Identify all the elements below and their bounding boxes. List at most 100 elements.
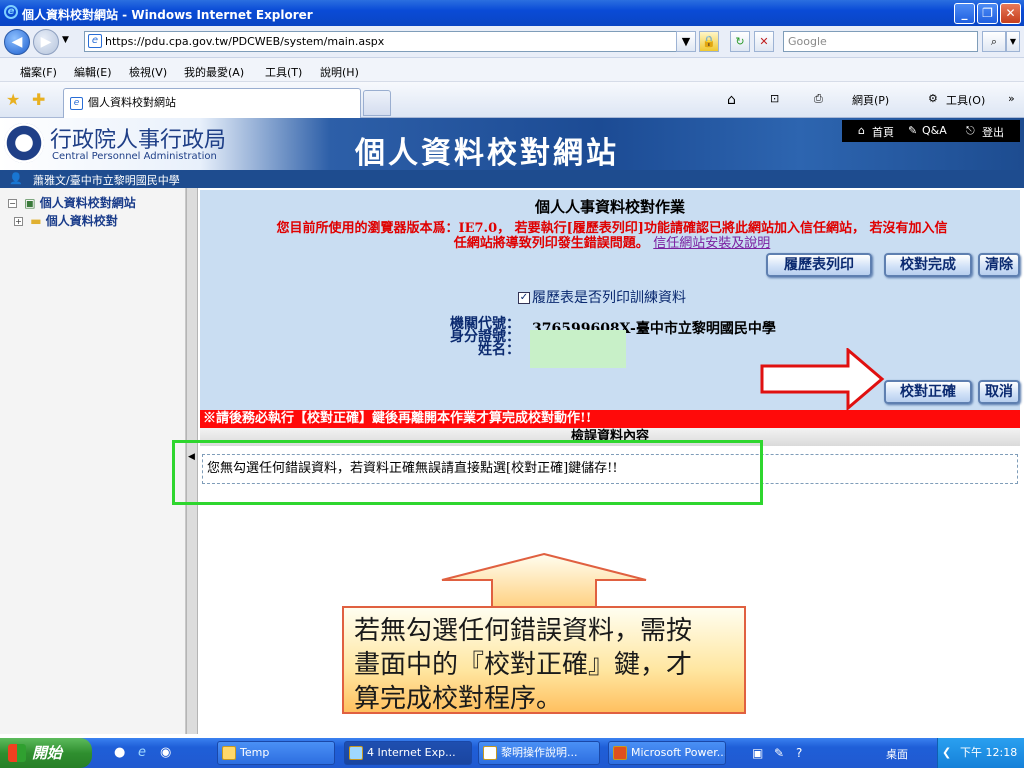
callout-line-2: 畫面中的『校對正確』鍵，才 [354,650,693,680]
confirm-correct-button[interactable]: 校對正確 [884,380,972,404]
history-dropdown-icon[interactable]: ▼ [62,35,69,45]
left-tree-pane: − ▣ 個人資料校對網站 + ▬ 個人資料校對 [0,188,186,734]
top-links: ⌂ 首頁 ✎ Q&A ⎋ 登出 [842,120,1020,142]
menu-file[interactable]: 檔案(F) [20,64,57,80]
link-home[interactable]: 首頁 [872,124,894,140]
desktop-quicklaunch-icon[interactable]: ◉ [160,745,171,760]
back-button[interactable]: ◀ [4,29,30,55]
checkbox-mark[interactable]: ✓ [518,292,530,304]
up-arrow-icon [441,552,647,609]
tray-app-icon[interactable]: ▣ [752,746,763,760]
chevron-right-icon[interactable]: » [1008,92,1015,105]
print-resume-button[interactable]: 履歷表列印 [766,253,872,277]
red-arrow-icon [760,348,885,410]
start-label: 開始 [32,744,63,762]
task-label: 黎明操作說明... [501,746,578,759]
highlight-box [172,440,763,505]
link-logout[interactable]: 登出 [982,124,1004,140]
trusted-site-help-link[interactable]: 信任網站安裝及說明 [653,236,770,251]
org-name-cn: 行政院人事行政局 [50,128,227,153]
close-button[interactable]: ✕ [1000,3,1021,24]
ie-logo-icon: e [4,5,18,19]
address-dropdown-button[interactable]: ▼ [676,31,696,52]
desktop-toolbar-label[interactable]: 桌面 [886,746,908,762]
refresh-button[interactable]: ↻ [730,31,750,52]
minimize-button[interactable]: _ [954,3,975,24]
search-options-icon[interactable]: ▼ [1006,31,1020,52]
qa-icon[interactable]: ✎ [908,124,917,137]
page-icon: e [88,34,102,48]
warning-line-1: 您目前所使用的瀏覽器版本爲：IE7.0， 若要執行[履歷表列印]功能請確認已將此… [276,221,948,236]
new-tab-button[interactable] [363,90,391,116]
help-icon[interactable]: ? [796,746,802,760]
menu-help[interactable]: 說明(H) [320,64,359,80]
user-icon: 👤 [9,172,23,185]
site-title: 個人資料校對網站 [355,136,619,171]
task-powerpoint[interactable]: Microsoft Power... [608,741,726,765]
menu-edit[interactable]: 編輯(E) [74,64,112,80]
task-temp[interactable]: Temp [217,741,335,765]
checkbox-label: 履歷表是否列印訓練資料 [532,290,686,306]
task-label: Temp [240,746,270,759]
tab-label: 個人資料校對網站 [88,96,176,109]
link-qa[interactable]: Q&A [922,124,947,137]
check-done-button[interactable]: 校對完成 [884,253,972,277]
folder-icon [222,746,236,760]
collapse-icon[interactable]: − [8,199,17,208]
menu-favorites[interactable]: 我的最愛(A) [184,64,244,80]
cpa-logo-icon [4,123,44,163]
lock-icon[interactable]: 🔒 [699,31,719,52]
gear-icon[interactable]: ⚙ [928,92,938,105]
logout-icon[interactable]: ⎋ [966,124,975,138]
tab-active[interactable]: e 個人資料校對網站 [63,88,361,118]
tab-bar: ★ ✚ e 個人資料校對網站 ⌂ ⊡ ⎙ 網頁(P) ⚙ 工具(O) » [0,82,1024,118]
address-bar[interactable]: e https://pdu.cpa.gov.tw/PDCWEB/system/m… [84,31,695,52]
task-word-doc[interactable]: 黎明操作說明... [478,741,600,765]
print-icon[interactable]: ⎙ [814,92,823,106]
tree-root-label: 個人資料校對網站 [39,196,136,210]
tray-arrow-icon[interactable]: ❮ [942,738,951,768]
tray-app-icon[interactable]: ✎ [774,746,784,760]
org-name-en: Central Personnel Administration [52,151,217,162]
tree-item[interactable]: + ▬ 個人資料校對 [14,212,118,229]
user-strip: 👤 蕭雅文/臺中市立黎明國民中學 [0,170,1024,188]
cancel-button[interactable]: 取消 [978,380,1020,404]
maximize-button[interactable]: ❐ [977,3,998,24]
search-input[interactable]: Google [783,31,978,52]
page-title: 個人人事資料校對作業 [534,198,685,216]
favorites-star-icon[interactable]: ★ [6,90,20,109]
search-button[interactable]: ⌕ [982,31,1006,52]
page-icon: e [70,97,83,110]
page-menu[interactable]: 網頁(P) [852,92,889,108]
ie-quicklaunch-icon[interactable]: e [138,745,146,760]
tools-menu[interactable]: 工具(O) [946,92,985,108]
home-icon[interactable]: ⌂ [727,92,736,108]
home-icon[interactable]: ⌂ [858,124,865,137]
menu-view[interactable]: 檢視(V) [129,64,167,80]
window-title-bar: e 個人資料校對網站 - Windows Internet Explorer _… [0,0,1024,26]
add-favorite-icon[interactable]: ✚ [32,90,45,109]
menu-bar: 檔案(F) 編輯(E) 檢視(V) 我的最愛(A) 工具(T) 說明(H) [0,58,1024,82]
print-training-checkbox[interactable]: ✓ 履歷表是否列印訓練資料 [518,287,686,307]
tree-root[interactable]: − ▣ 個人資料校對網站 [8,194,136,211]
site-banner: 行政院人事行政局 Central Personnel Administratio… [0,118,1024,171]
media-player-icon[interactable]: ● [114,745,125,760]
label-name: 姓名： [478,342,520,358]
document-icon [483,746,497,760]
id-name-field [530,330,626,368]
warning-line-2: 任網站將導致列印發生錯誤問題。 [453,236,649,251]
task-internet-explorer[interactable]: 4 Internet Exp... [344,741,472,765]
forward-button[interactable]: ▶ [33,29,59,55]
clock[interactable]: 下午 12:18 [960,746,1017,759]
expand-icon[interactable]: + [14,217,23,226]
callout-line-1: 若無勾選任何錯誤資料，需按 [354,616,693,646]
feeds-icon[interactable]: ⊡ [770,92,779,105]
address-toolbar: ◀ ▶ ▼ e https://pdu.cpa.gov.tw/PDCWEB/sy… [0,26,1024,58]
clear-button[interactable]: 清除 [978,253,1020,277]
system-tray: ❮ 下午 12:18 [937,738,1024,768]
window-title: 個人資料校對網站 - Windows Internet Explorer [22,8,313,22]
site-tree-icon: ▣ [24,196,36,210]
start-button[interactable]: 開始 [0,738,92,768]
menu-tools[interactable]: 工具(T) [265,64,302,80]
stop-button[interactable]: ✕ [754,31,774,52]
